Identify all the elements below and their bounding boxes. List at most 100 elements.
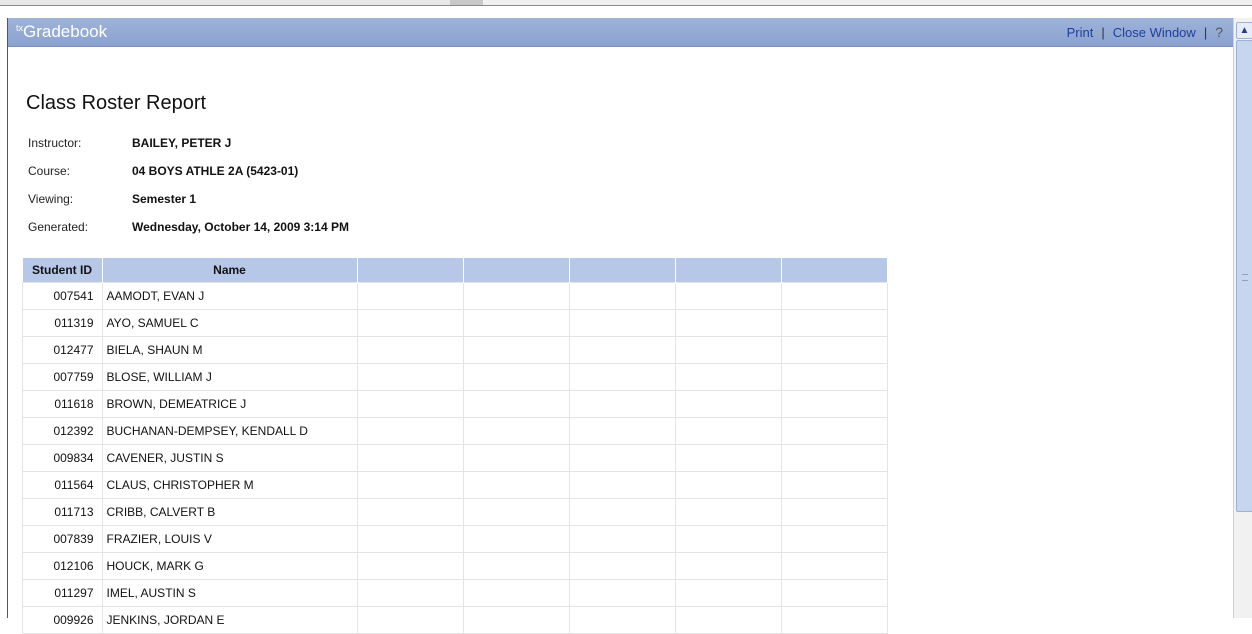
empty-cell [356,552,464,580]
brand-prefix: tx [16,23,24,33]
empty-cell [674,282,782,310]
table-row: 007759 BLOSE, WILLIAM J [22,363,888,391]
student-name-cell: FRAZIER, LOUIS V [101,525,358,553]
student-name-cell: AYO, SAMUEL C [101,309,358,337]
help-icon[interactable]: ? [1215,24,1223,40]
empty-cell [462,471,570,499]
empty-cell [356,471,464,499]
student-name-cell: IMEL, AUSTIN S [101,579,358,607]
empty-cell [462,579,570,607]
course-label: Course: [28,164,71,178]
window-tab-strip [0,0,450,6]
student-id-cell: 007839 [22,525,103,553]
student-id-cell: 012106 [22,552,103,580]
close-window-link[interactable]: Close Window [1113,25,1196,40]
column-header-blank [463,258,570,283]
table-row: 011618 BROWN, DEMEATRICE J [22,390,888,418]
table-row: 009926 JENKINS, JORDAN E [22,606,888,634]
empty-cell [356,417,464,445]
empty-cell [462,336,570,364]
course-value: 04 BOYS ATHLE 2A (5423-01) [132,164,299,178]
link-separator: | [1101,25,1105,40]
instructor-value: BAILEY, PETER J [132,136,232,150]
empty-cell [674,363,782,391]
empty-cell [462,363,570,391]
student-id-cell: 011713 [22,498,103,526]
empty-cell [674,552,782,580]
viewing-label: Viewing: [28,192,74,206]
window-top-strip [0,0,1252,8]
empty-cell [674,336,782,364]
student-id-cell: 011618 [22,390,103,418]
window-tab-strip [483,0,1252,6]
empty-cell [780,363,888,391]
student-name-cell: HOUCK, MARK G [101,552,358,580]
generated-label: Generated: [28,220,89,234]
empty-cell [780,471,888,499]
column-header-blank [569,258,676,283]
student-id-cell: 007759 [22,363,103,391]
generated-value: Wednesday, October 14, 2009 3:14 PM [132,220,349,234]
empty-cell [462,525,570,553]
student-id-cell: 011564 [22,471,103,499]
student-id-cell: 011297 [22,579,103,607]
empty-cell [462,444,570,472]
link-separator: | [1203,25,1208,40]
empty-cell [568,417,676,445]
empty-cell [356,498,464,526]
empty-cell [674,309,782,337]
empty-cell [568,309,676,337]
empty-cell [356,444,464,472]
empty-cell [674,525,782,553]
table-row: 011564 CLAUS, CHRISTOPHER M [22,471,888,499]
empty-cell [674,417,782,445]
student-name-cell: BLOSE, WILLIAM J [101,363,358,391]
column-header-student-id: Student ID [22,258,103,283]
print-link[interactable]: Print [1067,25,1094,40]
student-name-cell: CLAUS, CHRISTOPHER M [101,471,358,499]
empty-cell [568,606,676,634]
scrollbar-thumb[interactable] [1236,40,1252,512]
table-row: 011297 IMEL, AUSTIN S [22,579,888,607]
empty-cell [356,525,464,553]
empty-cell [674,444,782,472]
empty-cell [462,552,570,580]
table-row: 011319 AYO, SAMUEL C [22,309,888,337]
student-id-cell: 009926 [22,606,103,634]
column-header-name: Name [102,258,358,283]
student-id-cell: 009834 [22,444,103,472]
empty-cell [568,336,676,364]
column-header-blank [675,258,782,283]
empty-cell [780,552,888,580]
vertical-scrollbar[interactable]: ▲ [1233,18,1252,618]
empty-cell [780,498,888,526]
table-row: 012477 BIELA, SHAUN M [22,336,888,364]
empty-cell [780,336,888,364]
table-header-row: Student ID Name [22,258,888,283]
empty-cell [356,390,464,418]
scrollbar-grip-icon [1242,274,1248,281]
empty-cell [780,390,888,418]
empty-cell [674,390,782,418]
empty-cell [568,390,676,418]
student-name-cell: AAMODT, EVAN J [101,282,358,310]
header-links: Print | Close Window |? [1067,24,1223,40]
empty-cell [568,363,676,391]
page-title: Class Roster Report [26,92,207,114]
empty-cell [568,471,676,499]
table-row: 009834 CAVENER, JUSTIN S [22,444,888,472]
table-row: 011713 CRIBB, CALVERT B [22,498,888,526]
viewing-value: Semester 1 [132,192,197,206]
roster-body: 007541 AAMODT, EVAN J 011319 AYO, SAMUEL C0… [22,282,888,634]
empty-cell [462,417,570,445]
empty-cell [568,444,676,472]
brand-logo: txGradebook [16,22,107,42]
scroll-up-arrow-icon[interactable]: ▲ [1236,22,1252,39]
empty-cell [462,282,570,310]
brand-name: Gradebook [23,22,108,41]
roster-table: Student ID Name 007541 AAMODT, EVAN J 0113… [22,258,888,634]
table-row: 007839 FRAZIER, LOUIS V [22,525,888,553]
student-name-cell: JENKINS, JORDAN E [101,606,358,634]
empty-cell [356,606,464,634]
student-name-cell: BROWN, DEMEATRICE J [101,390,358,418]
